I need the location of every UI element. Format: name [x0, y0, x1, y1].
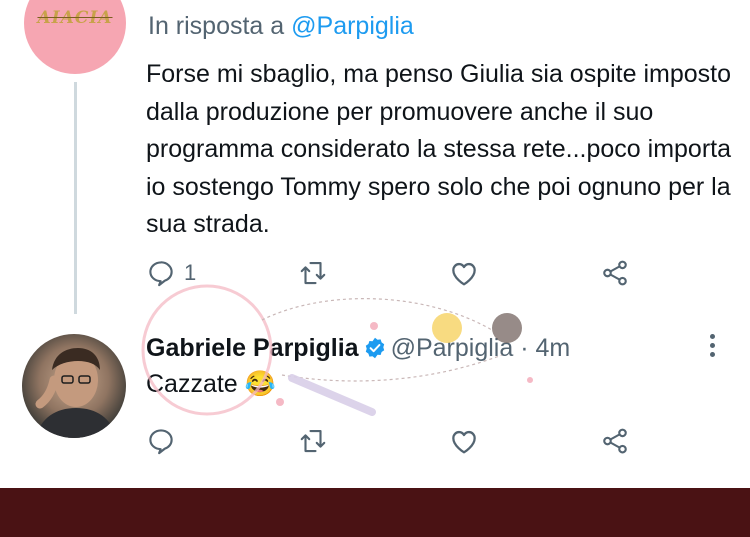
reply-count: 1 — [184, 260, 197, 285]
more-options-icon[interactable] — [706, 334, 718, 360]
verified-badge-icon — [363, 336, 387, 367]
retweet-icon — [300, 429, 326, 453]
reply-prefix: In risposta a — [148, 12, 285, 40]
meta-separator: · — [520, 334, 529, 362]
tweet-timestamp[interactable]: 4m — [535, 334, 570, 362]
reply-author-line: Gabriele Parpiglia @Parpiglia · 4m — [146, 334, 570, 367]
reply-icon — [149, 429, 173, 455]
reply-handle-link[interactable]: @Parpiglia — [291, 12, 414, 40]
author-handle[interactable]: @Parpiglia — [391, 334, 514, 362]
share-icon — [603, 260, 627, 286]
like-button[interactable] — [448, 424, 480, 458]
reply-author-avatar[interactable] — [22, 334, 126, 438]
parent-tweet-text: Forse mi sbaglio, ma penso Giulia sia os… — [146, 60, 731, 238]
parent-action-bar: 1 — [146, 256, 646, 290]
like-button[interactable] — [448, 256, 480, 290]
heart-icon — [452, 430, 476, 454]
reply-tweet-text: Cazzate 😂 — [146, 370, 276, 399]
reply-icon — [149, 261, 173, 287]
retweet-icon — [300, 261, 326, 285]
reply-text-body: Cazzate — [146, 370, 238, 398]
person-photo-icon — [35, 348, 116, 438]
laughing-emoji: 😂 — [244, 370, 276, 398]
author-name[interactable]: Gabriele Parpiglia — [146, 334, 359, 362]
heart-icon — [452, 262, 476, 286]
parent-avatar[interactable]: AIACIA — [24, 0, 126, 74]
reply-button[interactable] — [146, 424, 176, 458]
reply-button[interactable]: 1 — [146, 256, 196, 290]
avatar-logo-text: AIACIA — [37, 8, 113, 28]
bottom-bar — [0, 488, 750, 537]
retweet-button[interactable] — [298, 424, 328, 458]
retweet-button[interactable] — [298, 256, 328, 290]
share-button[interactable] — [600, 424, 630, 458]
share-icon — [603, 428, 627, 454]
reply-context: In risposta a @Parpiglia — [148, 12, 414, 41]
reply-action-bar — [146, 424, 646, 458]
share-button[interactable] — [600, 256, 630, 290]
thread-connector-line — [74, 82, 77, 314]
